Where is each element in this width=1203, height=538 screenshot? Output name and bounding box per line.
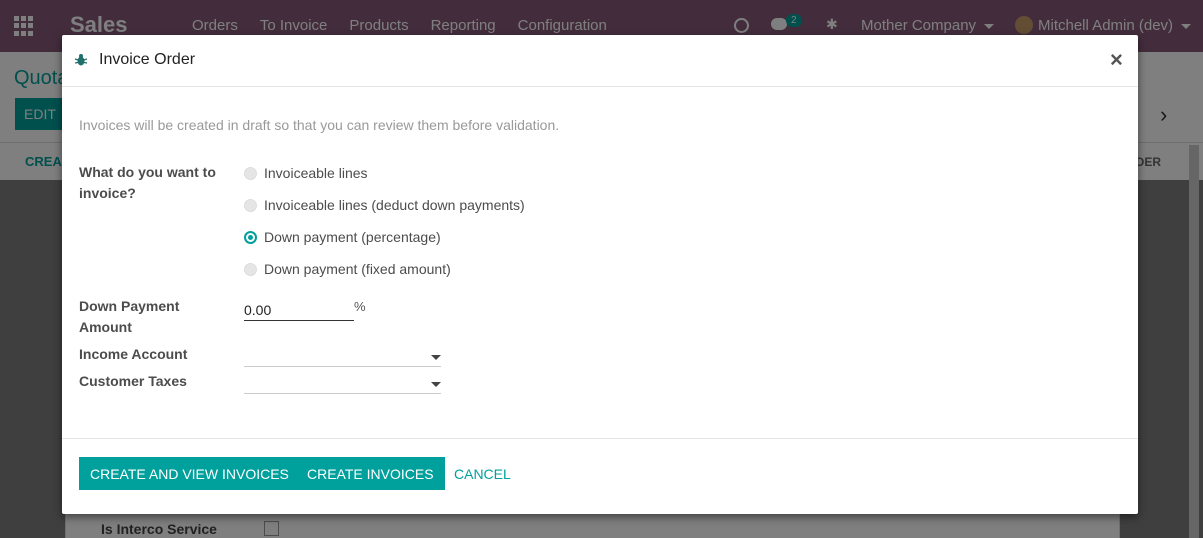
radio-label: Down payment (percentage) xyxy=(264,229,441,245)
income-account-select[interactable] xyxy=(244,347,441,367)
option-down-payment-fixed[interactable]: Down payment (fixed amount) xyxy=(244,261,451,277)
radio-label: Invoiceable lines (deduct down payments) xyxy=(264,197,525,213)
radio-button[interactable] xyxy=(244,262,257,276)
invoice-type-label: What do you want to invoice? xyxy=(79,164,216,201)
radio-button[interactable] xyxy=(244,198,257,212)
info-text: Invoices will be created in draft so tha… xyxy=(79,117,560,133)
dialog-footer: Create and View Invoices Create Invoices… xyxy=(62,438,1138,514)
income-account-label: Income Account xyxy=(79,346,188,362)
option-down-payment-percentage[interactable]: Down payment (percentage) xyxy=(244,229,441,245)
chevron-down-icon xyxy=(431,382,441,387)
invoice-order-dialog: Invoice Order × Invoices will be created… xyxy=(62,35,1138,514)
dialog-title: Invoice Order xyxy=(99,51,196,68)
customer-taxes-select[interactable] xyxy=(244,374,441,394)
dialog-body: Invoices will be created in draft so tha… xyxy=(62,88,1138,438)
option-invoiceable-lines[interactable]: Invoiceable lines xyxy=(244,165,368,181)
down-payment-amount-label: Down Payment Amount xyxy=(79,298,180,335)
percent-unit: % xyxy=(354,299,366,314)
radio-label: Invoiceable lines xyxy=(264,165,368,181)
close-button[interactable]: × xyxy=(1110,47,1123,73)
create-invoices-button[interactable]: Create Invoices xyxy=(296,457,445,490)
cancel-button[interactable]: Cancel xyxy=(444,457,521,490)
dialog-header: Invoice Order × xyxy=(62,35,1138,87)
chevron-down-icon xyxy=(431,355,441,360)
radio-label: Down payment (fixed amount) xyxy=(264,261,451,277)
down-payment-amount-input[interactable] xyxy=(244,299,354,321)
radio-button-checked[interactable] xyxy=(244,230,257,244)
customer-taxes-label: Customer Taxes xyxy=(79,373,187,389)
radio-button[interactable] xyxy=(244,166,257,180)
option-invoiceable-lines-deduct[interactable]: Invoiceable lines (deduct down payments) xyxy=(244,197,525,213)
create-and-view-invoices-button[interactable]: Create and View Invoices xyxy=(79,457,300,490)
bug-icon xyxy=(74,54,88,66)
